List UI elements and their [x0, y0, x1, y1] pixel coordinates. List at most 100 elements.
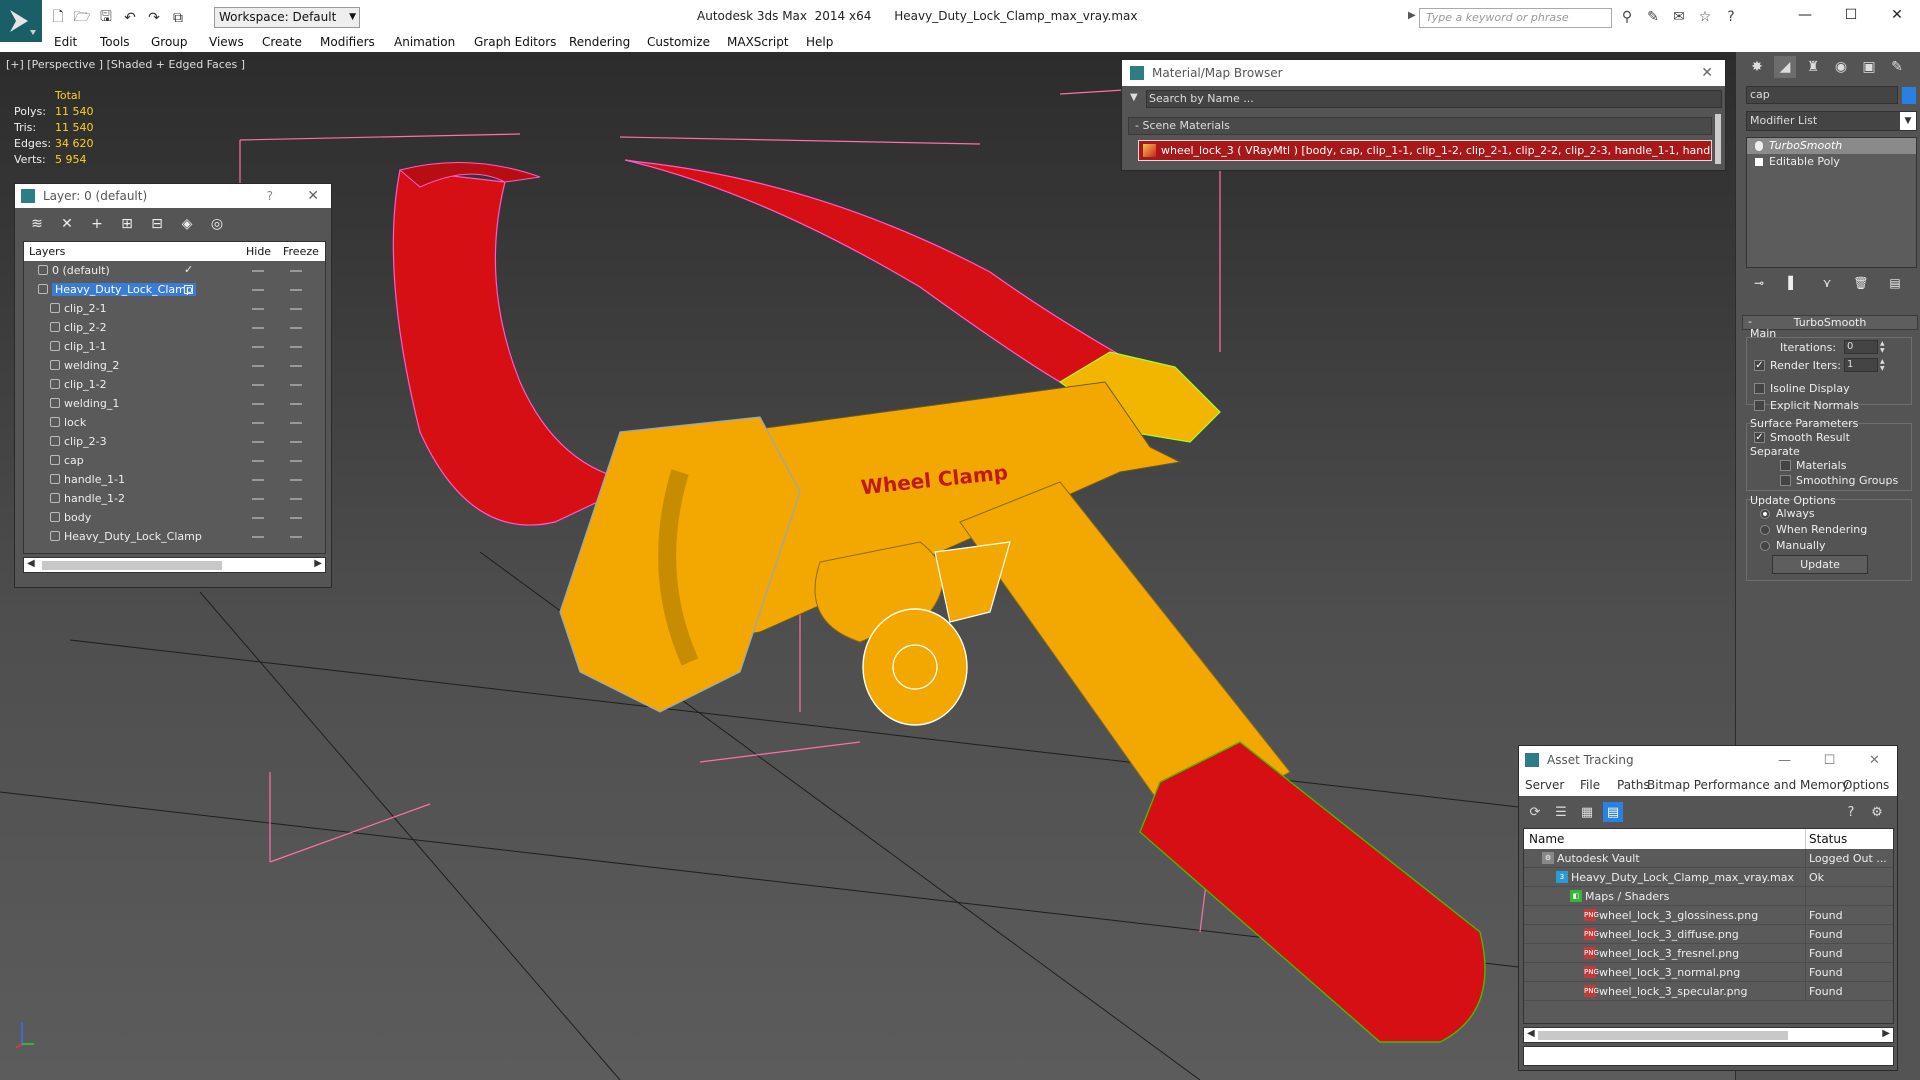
hide-toggle[interactable] [252, 517, 264, 519]
layer-row[interactable]: body [24, 508, 325, 527]
configure-sets-icon[interactable]: ▤ [1886, 274, 1904, 292]
refresh-icon[interactable]: ⟳ [1525, 802, 1545, 822]
layers-column-header[interactable]: Layers [29, 245, 65, 258]
layer-row[interactable]: clip_1-1 [24, 337, 325, 356]
stack-item-turbosmooth[interactable]: TurboSmooth [1747, 138, 1916, 154]
freeze-toggle[interactable] [290, 498, 302, 500]
vertical-scrollbar[interactable] [1715, 114, 1721, 164]
freeze-toggle[interactable] [290, 460, 302, 462]
name-column-header[interactable]: Name [1529, 832, 1564, 846]
asset-row[interactable]: ◧ Maps / Shaders [1524, 887, 1893, 906]
freeze-toggle[interactable] [290, 536, 302, 538]
table-view-icon[interactable]: ▤ [1603, 802, 1623, 822]
scrollbar-thumb[interactable] [1538, 1031, 1788, 1040]
horizontal-scrollbar[interactable]: ◀ ▶ [1523, 1027, 1894, 1043]
keyword-search-input[interactable]: Type a keyword or phrase [1419, 8, 1612, 28]
layer-row[interactable]: clip_2-3 [24, 432, 325, 451]
asset-menu-file[interactable]: File [1580, 778, 1600, 792]
show-end-result-icon[interactable]: ▌ [1784, 274, 1802, 292]
menu-graph-editors[interactable]: Graph Editors [474, 35, 556, 49]
hide-toggle[interactable] [252, 365, 264, 367]
layer-row[interactable]: handle_1-2 [24, 489, 325, 508]
freeze-toggle[interactable] [290, 289, 302, 291]
current-layer-check-icon[interactable]: ✓ [184, 263, 193, 276]
menu-rendering[interactable]: Rendering [569, 35, 630, 49]
separate-smoothing-groups-checkbox[interactable] [1780, 475, 1791, 486]
highlight-layer-icon[interactable]: ◈ [177, 214, 197, 234]
minimize-button[interactable]: — [1782, 0, 1828, 30]
search-expand-icon[interactable]: ▶ [1408, 10, 1416, 21]
redo-icon[interactable]: ↷ [144, 8, 164, 28]
viewport-label[interactable]: [+] [Perspective ] [Shaded + Edged Faces… [6, 58, 245, 71]
update-button[interactable]: Update [1772, 555, 1868, 574]
layer-window-title[interactable]: Layer: 0 (default) [15, 184, 331, 208]
hold-icon[interactable]: ⧉ [168, 8, 188, 28]
layer-row[interactable]: 0 (default) ✓ [24, 261, 325, 280]
hide-toggle[interactable] [252, 441, 264, 443]
asset-row[interactable]: PNG wheel_lock_3_normal.png Found [1524, 963, 1893, 982]
thumbnail-view-icon[interactable]: ▦ [1577, 802, 1597, 822]
freeze-toggle[interactable] [290, 327, 302, 329]
layer-row[interactable]: cap [24, 451, 325, 470]
display-tab-icon[interactable]: ▣ [1858, 56, 1880, 78]
help-icon[interactable]: ? [267, 184, 273, 208]
asset-row[interactable]: PNG wheel_lock_3_diffuse.png Found [1524, 925, 1893, 944]
freeze-toggle[interactable] [290, 384, 302, 386]
maximize-button[interactable]: ☐ [1807, 746, 1852, 774]
scroll-right-icon[interactable]: ▶ [314, 558, 322, 569]
layer-row[interactable]: clip_2-1 [24, 299, 325, 318]
spinner-arrows-icon[interactable]: ▲ ▼ [1880, 358, 1888, 372]
menu-create[interactable]: Create [262, 35, 302, 49]
scrollbar-thumb[interactable] [42, 561, 222, 570]
hide-toggle[interactable] [252, 289, 264, 291]
hide-toggle[interactable] [252, 460, 264, 462]
update-when-rendering-radio[interactable] [1760, 525, 1770, 535]
object-name-field[interactable]: cap [1746, 86, 1898, 104]
isoline-display-checkbox[interactable] [1754, 383, 1765, 394]
settings-icon[interactable]: ⚙ [1867, 802, 1887, 822]
layers-stack-icon[interactable]: ≋ [27, 214, 47, 234]
freeze-toggle[interactable] [290, 346, 302, 348]
freeze-toggle[interactable] [290, 517, 302, 519]
hide-toggle[interactable] [252, 422, 264, 424]
material-browser-title[interactable]: Material/Map Browser [1122, 60, 1725, 86]
asset-row[interactable]: PNG wheel_lock_3_glossiness.png Found [1524, 906, 1893, 925]
layer-row[interactable]: welding_2 [24, 356, 325, 375]
expand-box-icon[interactable] [1755, 158, 1763, 166]
layer-row[interactable]: clip_2-2 [24, 318, 325, 337]
menu-edit[interactable]: Edit [54, 35, 77, 49]
render-iters-spinner[interactable]: 1 [1844, 358, 1878, 372]
layer-row[interactable]: Heavy_Duty_Lock_Clamp [24, 527, 325, 546]
create-tab-icon[interactable]: ✸ [1746, 56, 1768, 78]
hide-toggle[interactable] [252, 498, 264, 500]
help-icon[interactable]: ? [1841, 802, 1861, 822]
menu-help[interactable]: Help [806, 35, 833, 49]
hide-toggle[interactable] [252, 270, 264, 272]
spinner-arrows-icon[interactable]: ▲ ▼ [1880, 340, 1888, 354]
make-unique-icon[interactable]: ⋎ [1818, 274, 1836, 292]
asset-row[interactable]: PNG wheel_lock_3_fresnel.png Found [1524, 944, 1893, 963]
modifier-list-dropdown[interactable]: Modifier List ▼ [1746, 111, 1917, 131]
minimize-button[interactable]: — [1762, 746, 1807, 774]
remove-modifier-icon[interactable]: 🗑 [1852, 274, 1870, 292]
update-always-radio[interactable] [1760, 509, 1770, 519]
hide-toggle[interactable] [252, 308, 264, 310]
hierarchy-tab-icon[interactable]: ♜ [1802, 56, 1824, 78]
asset-menu-options[interactable]: Options [1843, 778, 1889, 792]
help-icon[interactable]: ? [1721, 7, 1741, 27]
freeze-toggle[interactable] [290, 270, 302, 272]
menu-maxscript[interactable]: MAXScript [727, 35, 789, 49]
delete-layer-icon[interactable]: ✕ [57, 214, 77, 234]
pin-stack-icon[interactable]: ⊸ [1750, 274, 1768, 292]
scene-materials-section[interactable]: - Scene Materials [1128, 117, 1712, 135]
asset-menu-paths[interactable]: Paths [1617, 778, 1650, 792]
freeze-toggle[interactable] [290, 365, 302, 367]
smooth-result-checkbox[interactable]: ✓ [1754, 432, 1765, 443]
menu-tools[interactable]: Tools [100, 35, 130, 49]
save-icon[interactable]: 🖫 [96, 8, 116, 28]
asset-row[interactable]: 3 Heavy_Duty_Lock_Clamp_max_vray.max Ok [1524, 868, 1893, 887]
menu-animation[interactable]: Animation [394, 35, 455, 49]
set-current-box-icon[interactable] [184, 285, 193, 294]
object-color-swatch[interactable] [1902, 87, 1916, 104]
close-icon[interactable]: ✕ [1701, 60, 1713, 86]
